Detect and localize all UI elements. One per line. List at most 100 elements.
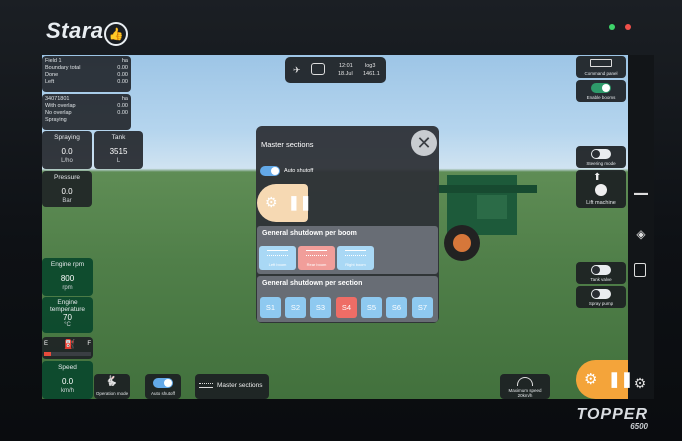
spraying-tile: Spraying 0.0 L/ho: [42, 131, 92, 169]
engine-temp-value: 70: [63, 313, 72, 322]
command-panel-button[interactable]: Command panel: [576, 56, 626, 78]
engine-rpm-value: 800: [60, 274, 75, 283]
gear-icon[interactable]: ⚙: [632, 375, 648, 391]
boundary-total-value: 0.00: [117, 65, 128, 71]
start-stop-spray-button[interactable]: ⚙ ❚❚: [576, 360, 633, 399]
section-s7-button[interactable]: S7: [412, 297, 433, 318]
boom-icon: [306, 250, 327, 256]
master-sections-button[interactable]: Master sections: [195, 374, 269, 399]
steering-mode-control[interactable]: Steering mode: [576, 146, 626, 168]
tank-value: 3515: [109, 147, 128, 156]
enable-booms-label: Enable booms: [586, 95, 616, 100]
sprayer-icon[interactable]: ▬▬: [633, 190, 649, 204]
rear-boom-button[interactable]: Rear boom: [298, 246, 335, 270]
section-play-pause-button[interactable]: ⚙ ❚❚: [257, 184, 312, 222]
boom-icon: [345, 250, 366, 256]
gear-icon: ⚙: [265, 194, 278, 210]
rabbit-icon: 🐇: [105, 376, 118, 387]
section-s4-button[interactable]: S4: [336, 297, 357, 318]
tank-unit: L: [116, 158, 121, 164]
spray-pump-label: Spray pump: [588, 301, 614, 306]
maximum-speed-indicator[interactable]: Maximum speed 20km/h: [500, 374, 550, 399]
job-id: 34071801: [45, 96, 70, 102]
rear-boom-label: Rear boom: [306, 262, 327, 267]
fuel-bar-fill: [44, 352, 52, 356]
left-label: Left: [45, 79, 55, 85]
sprayer-machine-image: [437, 175, 537, 261]
per-boom-title: General shutdown per boom: [262, 230, 357, 237]
right-boom-label: Right boom: [345, 262, 366, 267]
steering-mode-toggle[interactable]: [591, 149, 611, 159]
fuel-pump-icon: ⛽: [64, 339, 76, 349]
enable-booms-control[interactable]: Enable booms: [576, 80, 626, 102]
boom-icon: [199, 383, 213, 388]
lift-machine-button[interactable]: ⬆ Lift machine: [576, 170, 626, 208]
section-s2-button[interactable]: S2: [285, 297, 306, 318]
pressure-unit: Bar: [62, 198, 72, 204]
tank-icon[interactable]: [634, 263, 646, 277]
engine-temp-unit: °C: [64, 322, 71, 328]
section-s5-button[interactable]: S5: [361, 297, 382, 318]
section-s6-button[interactable]: S6: [386, 297, 407, 318]
layers-icon[interactable]: ◈: [633, 227, 649, 243]
field-name: Field 1: [45, 58, 62, 64]
left-boom-button[interactable]: Left boom: [259, 246, 296, 270]
spray-pump-toggle[interactable]: [591, 289, 611, 299]
log-label: log3: [365, 63, 376, 69]
done-label: Done: [45, 72, 59, 78]
tank-valve-control[interactable]: Tank valve: [576, 262, 626, 284]
status-led-green: [609, 24, 615, 30]
speed-value: 0.0: [61, 377, 74, 386]
auto-shutoff-toggle[interactable]: [260, 166, 280, 176]
auto-shutoff-label: Auto shutoff: [284, 168, 314, 174]
no-overlap-value: 0.00: [117, 110, 128, 116]
left-value: 0.00: [117, 79, 128, 85]
spraying-title: Spraying: [54, 134, 80, 141]
tank-valve-label: Tank valve: [590, 277, 612, 282]
spray-pump-control[interactable]: Spray pump: [576, 286, 626, 308]
right-boom-button[interactable]: Right boom: [337, 246, 374, 270]
per-section-panel: General shutdown per section S1 S2 S3 S4…: [257, 276, 438, 322]
tank-valve-toggle[interactable]: [591, 265, 611, 275]
max-speed-value: 20km/h: [517, 393, 533, 398]
area-unit: ha: [121, 96, 128, 102]
boundary-total-label: Boundary total: [45, 65, 81, 71]
enable-booms-toggle[interactable]: [591, 83, 611, 93]
auto-shutoff-bottom-control[interactable]: Auto shutoff: [145, 374, 181, 399]
engine-temp-tile: Engine temperature 70 °C: [42, 297, 93, 333]
auto-shutoff-bottom-toggle[interactable]: [153, 378, 173, 388]
speed-title: Speed: [58, 364, 77, 371]
pause-icon: ❚❚: [288, 194, 312, 210]
with-overlap-label: With overlap: [45, 103, 76, 109]
operation-mode-button[interactable]: 🐇 Operation mode: [94, 374, 130, 399]
clock-date: 18.Jul: [338, 71, 353, 77]
with-overlap-value: 0.00: [117, 103, 128, 109]
close-icon[interactable]: ✕: [411, 130, 437, 156]
pause-icon: ❚❚: [608, 371, 634, 388]
tank-tile: Tank 3515 L: [94, 131, 143, 169]
pressure-tile: Pressure 0.0 Bar: [42, 171, 92, 207]
operation-mode-label: Operation mode: [95, 391, 129, 396]
speed-unit: km/h: [60, 388, 74, 394]
model-number: 6500: [630, 422, 648, 431]
arrow-up-icon: ⬆: [593, 172, 602, 183]
boom-icon: [267, 250, 288, 256]
spraying-area-label: Spraying: [45, 117, 67, 123]
per-section-title: General shutdown per section: [262, 280, 363, 287]
pressure-value: 0.0: [61, 187, 73, 196]
status-led-red: [625, 24, 631, 30]
command-panel-icon: [590, 59, 612, 67]
satellite-icon[interactable]: ✈: [293, 65, 301, 76]
fuel-empty-label: E: [44, 341, 49, 347]
master-sections-modal: Master sections ✕ Auto shutoff ⚙ ❚❚ Gene…: [256, 126, 439, 323]
no-overlap-label: No overlap: [45, 110, 72, 116]
speed-tile: Speed 0.0 km/h: [42, 361, 93, 399]
fuel-full-label: F: [87, 341, 91, 347]
section-s1-button[interactable]: S1: [260, 297, 281, 318]
fuel-gauge: E F ⛽: [42, 337, 93, 359]
brand-name: Stara: [46, 18, 104, 43]
log-value: 1461.1: [363, 71, 380, 77]
field-info-panel: Field 1 ha Boundary total 0.00 Done 0.00 Le…: [42, 56, 131, 92]
steering-wheel-icon[interactable]: [311, 63, 325, 75]
section-s3-button[interactable]: S3: [310, 297, 331, 318]
